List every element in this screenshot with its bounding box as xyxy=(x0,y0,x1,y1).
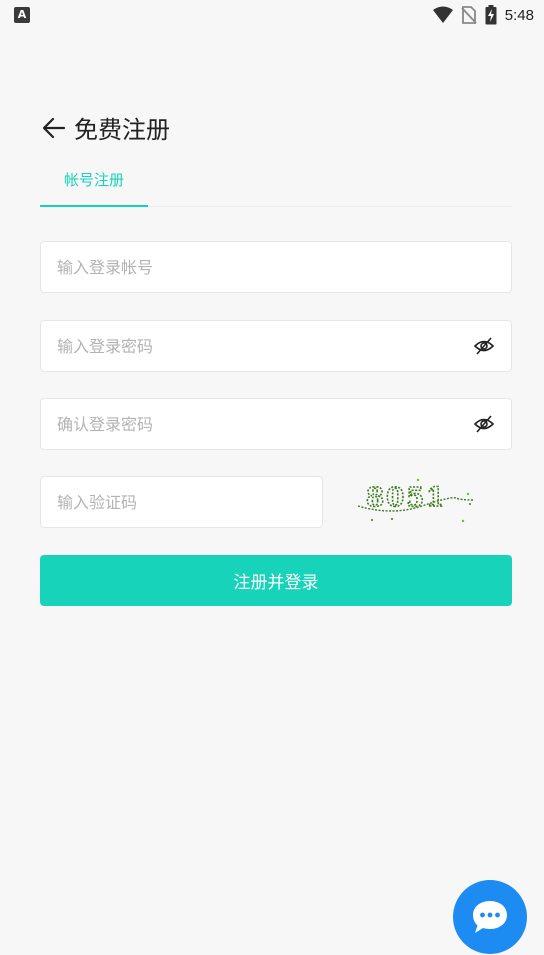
eye-off-icon[interactable] xyxy=(473,413,495,435)
battery-charging-icon xyxy=(485,5,497,25)
captcha-text: 8051 xyxy=(366,483,446,513)
confirm-password-input[interactable] xyxy=(57,414,473,434)
chat-fab-button[interactable] xyxy=(453,880,527,954)
captcha-image[interactable]: 8051 xyxy=(352,476,478,526)
captcha-input[interactable] xyxy=(57,492,306,512)
password-input[interactable] xyxy=(57,336,473,356)
tab-active-indicator xyxy=(40,205,148,207)
register-and-login-button[interactable]: 注册并登录 xyxy=(40,555,512,606)
status-icons: 5:48 xyxy=(432,5,534,25)
account-input[interactable] xyxy=(57,257,495,277)
account-field xyxy=(40,241,512,293)
page-title: 免费注册 xyxy=(74,116,170,144)
captcha-field xyxy=(40,476,323,528)
status-time: 5:48 xyxy=(504,6,534,24)
page-header: 免费注册 xyxy=(40,110,170,145)
chat-bubble-icon xyxy=(473,901,507,933)
register-screen: A 5:48 免费注册 帐号注册 输入登录帐号 输入验证码 8051 注册并登录 xyxy=(0,0,544,955)
password-field xyxy=(40,320,512,372)
confirm-password-field xyxy=(40,398,512,450)
tab-account-register[interactable]: 帐号注册 xyxy=(40,160,148,207)
wifi-icon xyxy=(432,6,453,23)
eye-off-icon[interactable] xyxy=(473,335,495,357)
arrow-left-icon[interactable] xyxy=(40,114,68,142)
app-notification-icon: A xyxy=(14,7,30,23)
no-sim-icon xyxy=(461,6,477,24)
tab-bar: 帐号注册 xyxy=(40,160,512,207)
status-bar: A 5:48 xyxy=(0,0,544,30)
